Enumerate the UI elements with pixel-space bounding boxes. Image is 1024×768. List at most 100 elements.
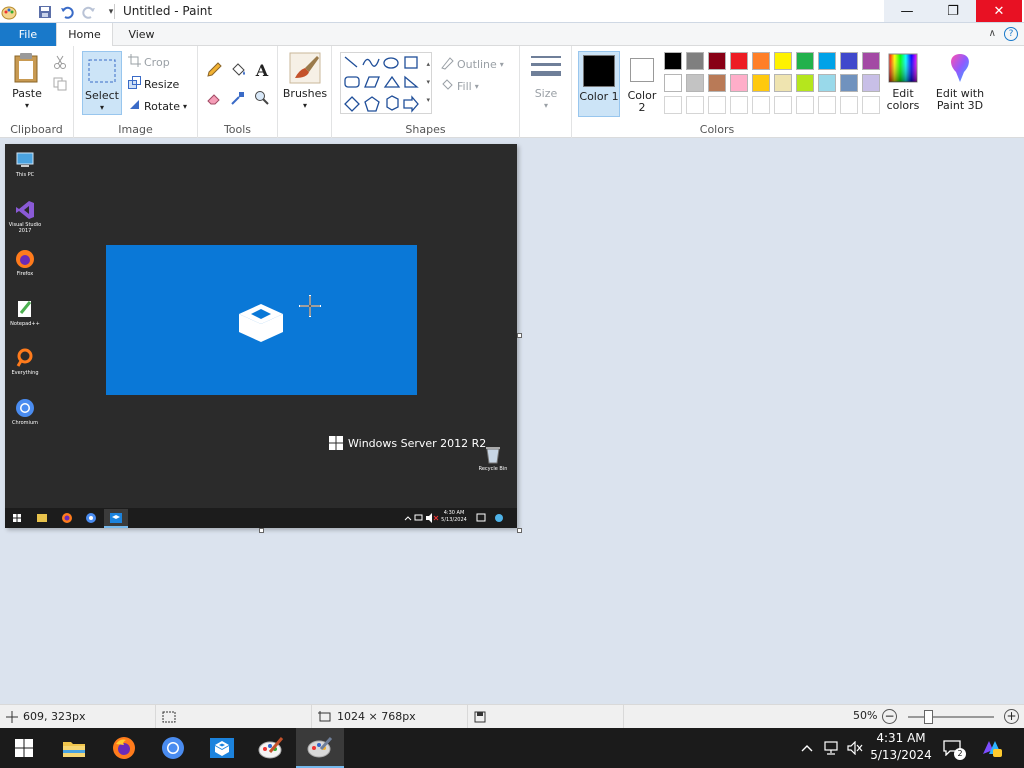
taskbar-firefox[interactable]	[100, 728, 148, 768]
palette-swatch[interactable]	[818, 74, 836, 92]
undo-icon[interactable]	[58, 3, 76, 21]
tab-view[interactable]: View	[113, 23, 170, 46]
action-center-button[interactable]: 2	[940, 728, 966, 768]
network-icon[interactable]	[821, 728, 841, 768]
palette-swatch[interactable]	[862, 74, 880, 92]
inner-clock-time: 4:30 AM	[443, 510, 465, 516]
desktop-icon: Firefox	[5, 249, 45, 277]
magnifier-icon[interactable]	[252, 88, 272, 108]
palette-swatch-empty[interactable]	[730, 96, 748, 114]
palette-swatch-empty[interactable]	[664, 96, 682, 114]
save-icon[interactable]	[36, 3, 54, 21]
palette-swatch[interactable]	[774, 52, 792, 70]
color1-button[interactable]: Color 1	[578, 51, 620, 117]
pencil-icon[interactable]	[204, 60, 224, 80]
palette-swatch[interactable]	[752, 52, 770, 70]
cut-icon[interactable]	[50, 52, 70, 72]
palette-swatch[interactable]	[818, 52, 836, 70]
minimize-button[interactable]: —	[884, 0, 930, 22]
taskbar-paint[interactable]	[247, 728, 295, 768]
resize-handle-corner[interactable]	[517, 528, 522, 533]
rotate-button[interactable]: Rotate ▾	[128, 98, 187, 114]
palette-swatch[interactable]	[708, 52, 726, 70]
tab-file[interactable]: File	[0, 23, 56, 46]
edit-colors-button[interactable]: Edit colors	[882, 52, 924, 112]
palette-swatch[interactable]	[708, 74, 726, 92]
palette-swatch[interactable]	[862, 52, 880, 70]
maximize-button[interactable]: ❐	[930, 0, 976, 22]
zoom-out-button[interactable]: −	[882, 709, 897, 724]
desktop-icon-label: Firefox	[16, 271, 34, 277]
text-icon[interactable]: A	[252, 60, 272, 80]
collapse-ribbon-icon[interactable]: ∧	[989, 28, 996, 39]
select-button[interactable]: Select ▾	[82, 51, 122, 115]
fill-button[interactable]: Fill ▾	[440, 78, 479, 95]
palette-swatch-empty[interactable]	[686, 96, 704, 114]
palette-swatch[interactable]	[664, 52, 682, 70]
paint-app-icon[interactable]	[0, 3, 18, 21]
taskbar-file-explorer[interactable]	[50, 728, 98, 768]
canvas-image[interactable]: This PC Visual Studio 2017 Firefox Notepad+…	[5, 144, 517, 528]
color-picker-icon[interactable]	[228, 88, 248, 108]
resize-handle-bottom[interactable]	[259, 528, 264, 533]
palette-swatch-empty[interactable]	[840, 96, 858, 114]
everything-icon	[15, 348, 35, 368]
this-pc-icon	[15, 150, 35, 170]
palette-swatch-empty[interactable]	[796, 96, 814, 114]
palette-swatch[interactable]	[686, 74, 704, 92]
palette-swatch[interactable]	[840, 52, 858, 70]
palette-swatch[interactable]	[730, 52, 748, 70]
copy-icon[interactable]	[50, 74, 70, 94]
outline-button[interactable]: Outline ▾	[440, 56, 504, 73]
tab-home[interactable]: Home	[56, 23, 113, 47]
quick-access-toolbar: ▾	[0, 2, 120, 22]
crop-icon	[128, 54, 141, 70]
resize-button[interactable]: Resize	[128, 76, 179, 92]
resize-handle-right[interactable]	[517, 333, 522, 338]
zoom-in-button[interactable]: +	[1004, 709, 1019, 724]
size-button[interactable]: Size ▾	[526, 52, 566, 112]
tray-app-icon[interactable]	[978, 728, 1006, 768]
color2-button[interactable]: Color 2	[624, 54, 660, 114]
palette-swatch[interactable]	[752, 74, 770, 92]
eraser-icon[interactable]	[204, 88, 224, 108]
palette-swatch[interactable]	[796, 52, 814, 70]
palette-swatch[interactable]	[774, 74, 792, 92]
help-icon[interactable]: ?	[1004, 27, 1018, 41]
selection-size-icon	[162, 711, 176, 722]
palette-swatch-empty[interactable]	[708, 96, 726, 114]
palette-swatch[interactable]	[840, 74, 858, 92]
visual-studio-icon	[15, 200, 35, 220]
palette-swatch-empty[interactable]	[752, 96, 770, 114]
start-button[interactable]	[0, 728, 48, 768]
brushes-button[interactable]: Brushes ▾	[283, 52, 327, 112]
palette-swatch-empty[interactable]	[862, 96, 880, 114]
palette-swatch[interactable]	[664, 74, 682, 92]
palette-swatch[interactable]	[686, 52, 704, 70]
palette-swatch[interactable]	[730, 74, 748, 92]
crop-button[interactable]: Crop	[128, 54, 170, 70]
taskbar-package-app[interactable]	[198, 728, 246, 768]
taskbar-chromium[interactable]	[149, 728, 197, 768]
tray-overflow-icon[interactable]	[798, 728, 816, 768]
customize-qat-icon[interactable]: ▾	[102, 3, 120, 21]
taskbar-paint-active[interactable]	[296, 728, 344, 768]
rotate-label: Rotate	[144, 99, 181, 113]
shapes-gallery[interactable]: ▴ ▾ ▾	[340, 52, 432, 114]
palette-swatch-empty[interactable]	[774, 96, 792, 114]
desktop-icon: Everything	[5, 348, 45, 376]
palette-swatch[interactable]	[796, 74, 814, 92]
close-button[interactable]: ✕	[976, 0, 1022, 22]
zoom-slider-track[interactable]	[908, 716, 994, 718]
fill-bucket-icon[interactable]	[228, 60, 248, 80]
zoom-slider-thumb[interactable]	[924, 710, 933, 724]
image-size-value: 1024 × 768px	[337, 710, 416, 723]
volume-muted-icon[interactable]	[845, 728, 865, 768]
edit-with-paint3d-button[interactable]: Edit with Paint 3D	[934, 52, 986, 112]
taskbar-clock[interactable]: 4:31 AM 5/13/2024	[866, 730, 936, 764]
paste-button[interactable]: Paste ▾	[8, 52, 46, 112]
shapes-scroll-icon[interactable]: ▴ ▾ ▾	[426, 55, 430, 109]
redo-icon[interactable]	[80, 3, 98, 21]
shapes-group-label: Shapes	[405, 123, 446, 136]
palette-swatch-empty[interactable]	[818, 96, 836, 114]
